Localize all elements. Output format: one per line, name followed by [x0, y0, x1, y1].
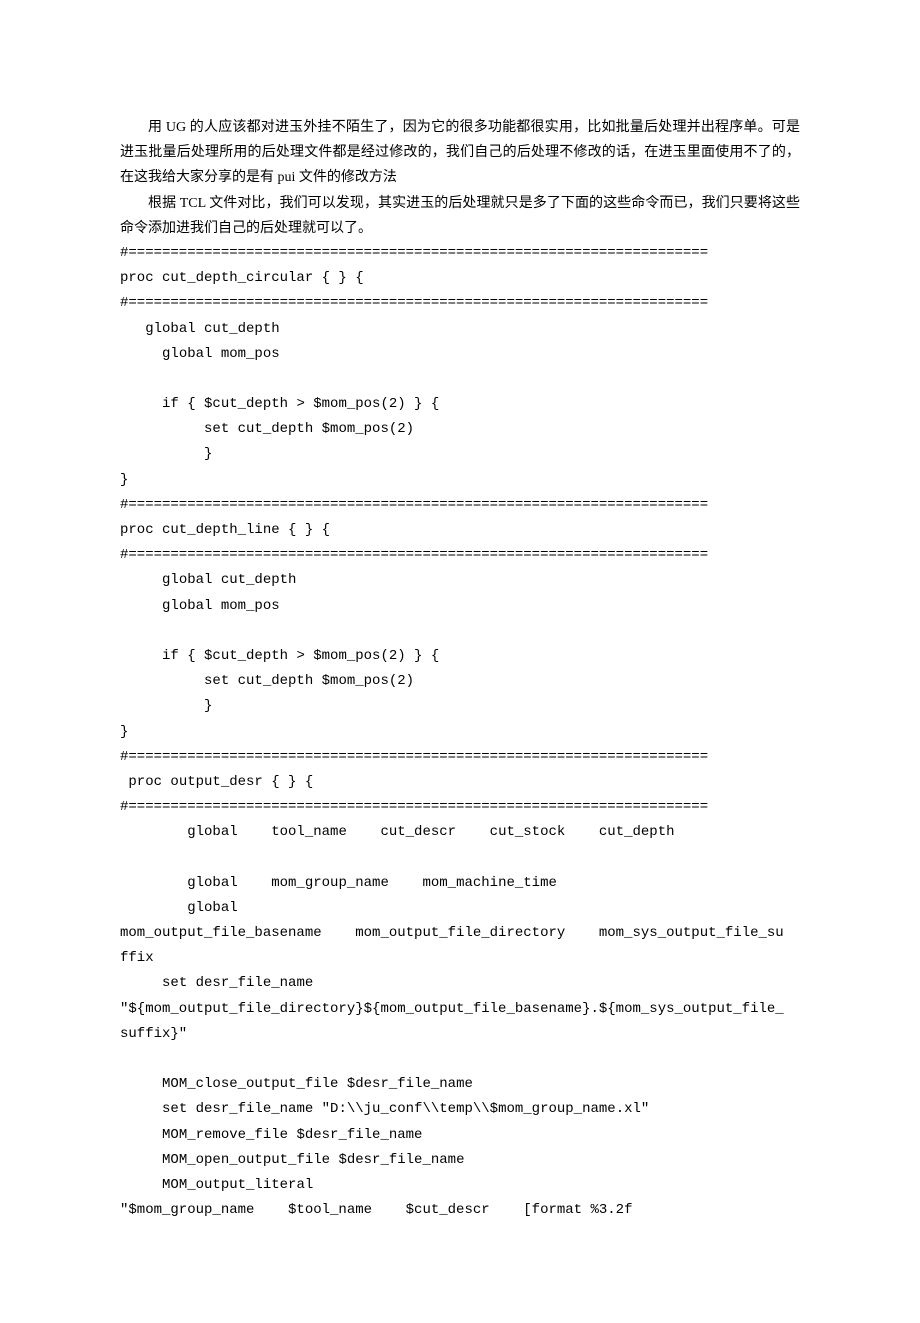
code-line: proc cut_depth_circular { } {	[120, 266, 800, 291]
code-line: set cut_depth $mom_pos(2)	[120, 669, 800, 694]
code-line: if { $cut_depth > $mom_pos(2) } {	[120, 644, 800, 669]
code-line: set cut_depth $mom_pos(2)	[120, 417, 800, 442]
code-line: #=======================================…	[120, 493, 800, 518]
code-line	[120, 845, 800, 870]
code-line: suffix}"	[120, 1022, 800, 1047]
paragraph-2: 根据 TCL 文件对比，我们可以发现，其实进玉的后处理就只是多了下面的这些命令而…	[120, 191, 800, 241]
code-line: set desr_file_name	[120, 971, 800, 996]
code-line: mom_output_file_basename mom_output_file…	[120, 921, 800, 946]
code-line: ffix	[120, 946, 800, 971]
paragraph-1: 用 UG 的人应该都对进玉外挂不陌生了，因为它的很多功能都很实用，比如批量后处理…	[120, 115, 800, 191]
code-line: global mom_pos	[120, 594, 800, 619]
code-line	[120, 619, 800, 644]
code-line: #=======================================…	[120, 291, 800, 316]
code-line: global cut_depth	[120, 568, 800, 593]
code-line: global cut_depth	[120, 317, 800, 342]
code-line: MOM_remove_file $desr_file_name	[120, 1123, 800, 1148]
code-line: }	[120, 468, 800, 493]
code-line: global mom_pos	[120, 342, 800, 367]
code-line: global	[120, 896, 800, 921]
code-line: }	[120, 720, 800, 745]
code-line: proc output_desr { } {	[120, 770, 800, 795]
code-line: }	[120, 694, 800, 719]
code-line: MOM_open_output_file $desr_file_name	[120, 1148, 800, 1173]
code-line	[120, 367, 800, 392]
document-page: 用 UG 的人应该都对进玉外挂不陌生了，因为它的很多功能都很实用，比如批量后处理…	[0, 0, 920, 1323]
code-line: "${mom_output_file_directory}${mom_outpu…	[120, 997, 800, 1022]
code-line: "$mom_group_name $tool_name $cut_descr […	[120, 1198, 800, 1223]
code-line: set desr_file_name "D:\\ju_conf\\temp\\$…	[120, 1097, 800, 1122]
code-line: if { $cut_depth > $mom_pos(2) } {	[120, 392, 800, 417]
code-line: #=======================================…	[120, 795, 800, 820]
code-line: proc cut_depth_line { } {	[120, 518, 800, 543]
code-line: #=======================================…	[120, 745, 800, 770]
code-line	[120, 1047, 800, 1072]
code-line: MOM_output_literal	[120, 1173, 800, 1198]
code-line: #=======================================…	[120, 543, 800, 568]
code-block: #=======================================…	[120, 241, 800, 1223]
code-line: }	[120, 442, 800, 467]
code-line: #=======================================…	[120, 241, 800, 266]
code-line: global mom_group_name mom_machine_time	[120, 871, 800, 896]
code-line: MOM_close_output_file $desr_file_name	[120, 1072, 800, 1097]
code-line: global tool_name cut_descr cut_stock cut…	[120, 820, 800, 845]
